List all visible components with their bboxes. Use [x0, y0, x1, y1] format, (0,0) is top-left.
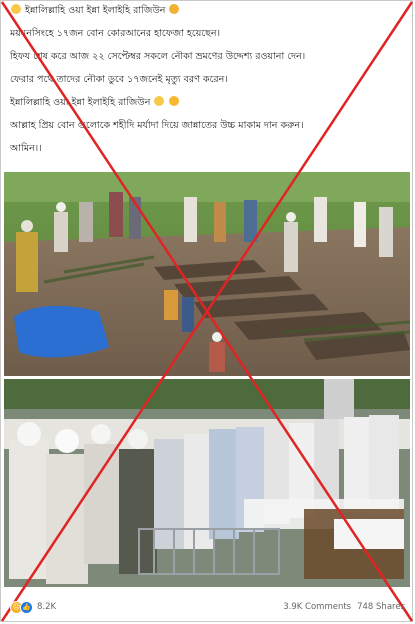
post-line-2: ময়মনসিংহে ১৭জন বোন কোরআনের হাফেজা হয়েছ… — [10, 28, 220, 39]
sad-face-icon — [11, 4, 21, 14]
crying-face-icon — [169, 4, 180, 14]
reactions[interactable]: ☹ 👍 8.2K — [10, 600, 57, 614]
photo-graves-digging[interactable] — [4, 172, 410, 376]
post-stats: 3.9K Comments 748 Shares — [283, 602, 405, 612]
like-reaction-icon: 👍 — [20, 600, 33, 614]
post-line-6: আল্লাহ প্রিয় বোন গুলোকে শহীদি মর্যাদা দ… — [10, 120, 304, 131]
weary-face-icon — [169, 96, 180, 106]
post-line-7: আমিন।। — [10, 143, 42, 154]
sad-face-icon — [154, 96, 165, 106]
comments-count-link[interactable]: 3.9K Comments — [283, 602, 351, 612]
post-footer: ☹ 👍 8.2K 3.9K Comments 748 Shares — [10, 598, 405, 616]
post-body: ইন্নালিল্লাহি ওয়া ইন্না ইলাইহি রাজিউন ম… — [10, 4, 405, 156]
photo-funeral-prayer[interactable] — [4, 379, 410, 587]
post-line-1: ইন্নালিল্লাহি ওয়া ইন্না ইলাইহি রাজিউন — [10, 4, 405, 18]
post-line-5: ইন্নালিল্লাহি ওয়া ইন্না ইলাইহি রাজিউন — [10, 96, 405, 110]
shares-count-link[interactable]: 748 Shares — [357, 602, 405, 612]
post-line-3: হিফয শেষ করে আজ ২২ সেপ্টেম্বর সকলে নৌকা … — [10, 51, 306, 62]
post-line-4: ফেরার পথে তাদের নৌকা ডুবে ১৭জনেই মৃত্যু … — [10, 74, 228, 85]
reaction-count: 8.2K — [37, 602, 57, 612]
